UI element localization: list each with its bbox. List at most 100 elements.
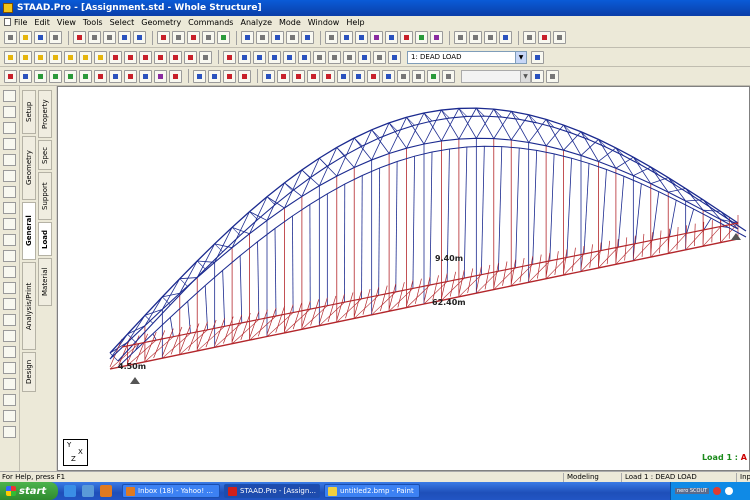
mirror-icon[interactable] <box>322 69 335 83</box>
print-view-icon[interactable] <box>328 50 341 64</box>
material-cursor-icon[interactable] <box>169 69 182 83</box>
chevron-down-icon[interactable]: ▼ <box>520 70 530 82</box>
rotate-right-icon[interactable] <box>154 50 167 64</box>
property-cursor-icon[interactable] <box>154 69 167 83</box>
display-icon[interactable] <box>499 31 512 44</box>
member-icon[interactable] <box>538 31 551 44</box>
menu-mode[interactable]: Mode <box>279 18 301 27</box>
plate-select-icon[interactable] <box>3 154 16 166</box>
add-beam-icon[interactable] <box>208 69 221 83</box>
load-case-dropdown[interactable]: 1: DEAD LOAD ▼ <box>407 50 527 64</box>
tab-load[interactable]: Load <box>38 222 52 256</box>
design-select-icon[interactable] <box>3 314 16 326</box>
view-left-icon[interactable] <box>34 50 47 64</box>
open-file-icon[interactable] <box>19 31 32 44</box>
menu-help[interactable]: Help <box>346 18 364 27</box>
move-icon[interactable] <box>427 69 440 83</box>
check-icon[interactable] <box>157 31 170 44</box>
highlight-icon[interactable] <box>531 69 544 83</box>
tab-general[interactable]: General <box>22 202 36 260</box>
frame-icon[interactable] <box>553 31 566 44</box>
view-front-icon[interactable] <box>4 50 17 64</box>
start-button[interactable]: start <box>0 482 58 500</box>
bridge-model-canvas[interactable] <box>58 87 750 471</box>
intersect-icon[interactable] <box>442 69 455 83</box>
spec-cursor-icon[interactable] <box>139 69 152 83</box>
beam-cursor-icon[interactable] <box>19 69 32 83</box>
run-analysis-icon[interactable] <box>187 31 200 44</box>
table-icon[interactable] <box>469 31 482 44</box>
display-toggle-icon[interactable] <box>546 69 559 83</box>
menu-geometry[interactable]: Geometry <box>141 18 181 27</box>
zoom-all-icon[interactable] <box>298 50 311 64</box>
beam-icon[interactable] <box>340 31 353 44</box>
internet-explorer-icon[interactable] <box>64 485 76 497</box>
spin-left-icon[interactable] <box>169 50 182 64</box>
menu-edit[interactable]: Edit <box>34 18 50 27</box>
show-desktop-icon[interactable] <box>82 485 94 497</box>
grid-icon[interactable] <box>454 31 467 44</box>
save-icon[interactable] <box>34 31 47 44</box>
cursor-icon[interactable] <box>238 69 251 83</box>
tab-design[interactable]: Design <box>22 352 36 392</box>
mesh-icon[interactable] <box>3 346 16 358</box>
tab-geometry[interactable]: Geometry <box>22 136 36 200</box>
selection-dropdown[interactable]: ▼ <box>461 69 531 83</box>
list-icon[interactable] <box>3 394 16 406</box>
undo-icon[interactable] <box>118 31 131 44</box>
post-processing-icon[interactable] <box>217 31 230 44</box>
new-file-icon[interactable] <box>4 31 17 44</box>
surface-cursor-icon[interactable] <box>49 69 62 83</box>
pan-icon[interactable] <box>199 50 212 64</box>
query-icon[interactable] <box>373 50 386 64</box>
window-icon[interactable] <box>301 31 314 44</box>
misc-icon[interactable] <box>3 426 16 438</box>
cube-icon[interactable] <box>3 330 16 342</box>
split-beam-icon[interactable] <box>367 69 380 83</box>
view-bottom-icon[interactable] <box>79 50 92 64</box>
tab-analysis-print[interactable]: Analysis/Print <box>22 262 36 350</box>
chevron-down-icon[interactable]: ▼ <box>515 51 526 63</box>
rotate-down-icon[interactable] <box>124 50 137 64</box>
merge-icon[interactable] <box>382 69 395 83</box>
rotate-up-icon[interactable] <box>109 50 122 64</box>
rotate-left-icon[interactable] <box>139 50 152 64</box>
view-back-icon[interactable] <box>19 50 32 64</box>
beam-select-icon[interactable] <box>3 138 16 150</box>
copy-icon[interactable] <box>88 31 101 44</box>
surface-icon[interactable] <box>385 31 398 44</box>
paste-icon[interactable] <box>103 31 116 44</box>
view-top-icon[interactable] <box>64 50 77 64</box>
zoom-dynamic-icon[interactable] <box>283 50 296 64</box>
node-icon[interactable] <box>325 31 338 44</box>
plate-icon[interactable] <box>355 31 368 44</box>
new-window-icon[interactable] <box>313 50 326 64</box>
zoom-icon[interactable] <box>241 31 254 44</box>
structure-viewport[interactable]: 9.40m 62.40m 4.50m Y X Z Load 1 : A <box>57 86 750 471</box>
tab-property[interactable]: Property <box>38 90 52 138</box>
release-icon[interactable] <box>430 31 443 44</box>
cross-icon[interactable] <box>400 31 413 44</box>
node-select-icon[interactable] <box>3 122 16 134</box>
load-select-icon[interactable] <box>3 282 16 294</box>
tray-status-icon[interactable] <box>725 487 734 495</box>
rotate-icon[interactable] <box>337 69 350 83</box>
view-right-icon[interactable] <box>49 50 62 64</box>
support-cursor-icon[interactable] <box>94 69 107 83</box>
export-view-icon[interactable] <box>343 50 356 64</box>
task-staad-pro[interactable]: STAAD.Pro - [Assign... <box>224 484 320 498</box>
analysis-select-icon[interactable] <box>3 298 16 310</box>
tab-material[interactable]: Material <box>38 258 52 306</box>
member-select-icon[interactable] <box>3 234 16 246</box>
geometry-cursor-icon[interactable] <box>79 69 92 83</box>
menu-file[interactable]: File <box>4 18 27 27</box>
task-yahoo-inbox[interactable]: Inbox (18) - Yahoo! ... <box>122 484 220 498</box>
solid-cursor-icon[interactable] <box>64 69 77 83</box>
view-select-icon[interactable] <box>3 362 16 374</box>
property-select-icon[interactable] <box>3 250 16 262</box>
snap-grid-icon[interactable] <box>193 69 206 83</box>
group-icon[interactable] <box>3 378 16 390</box>
insert-node-icon[interactable] <box>352 69 365 83</box>
renumber-icon[interactable] <box>397 69 410 83</box>
solid-icon[interactable] <box>370 31 383 44</box>
